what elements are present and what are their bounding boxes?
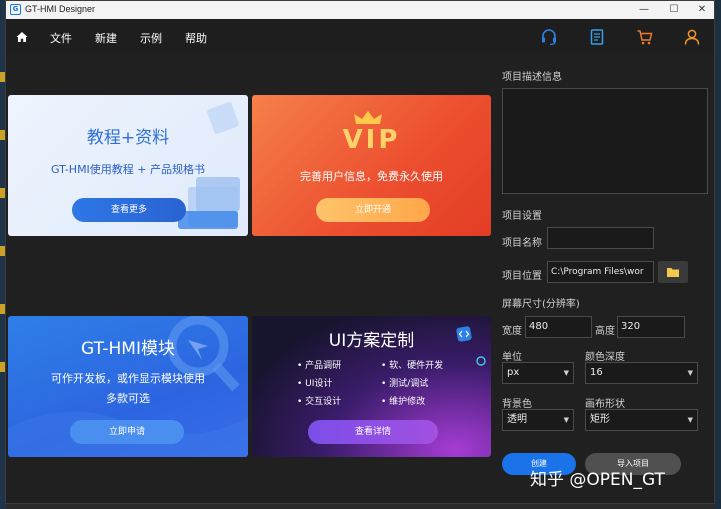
vip-card[interactable]: VIP 完善用户信息，免费永久使用 立即开通 — [252, 95, 491, 236]
title-bar: G GT-HMI Designer — ☐ ✕ — [6, 1, 714, 19]
project-settings-label: 项目设置 — [502, 211, 542, 222]
project-description-label: 项目描述信息 — [502, 72, 562, 83]
app-window: G GT-HMI Designer — ☐ ✕ 文件 新建 示例 帮助 教程+资… — [5, 0, 715, 504]
tutorial-card-title: 教程+资料 — [86, 128, 170, 148]
maximize-button[interactable]: ☐ — [660, 1, 688, 19]
apply-now-button[interactable]: 立即申请 — [70, 420, 184, 444]
color-depth-select[interactable]: 16 ▼ — [585, 362, 698, 384]
unit-select[interactable]: px ▼ — [502, 362, 574, 384]
custom-ui-card[interactable]: UI方案定制 • 产品调研 • 软、硬件开发 • UI设计 • 测试/调试 • … — [252, 316, 491, 457]
unit-select-value: px — [507, 367, 520, 378]
minimize-button[interactable]: — — [630, 1, 658, 19]
vip-logo: VIP — [342, 125, 401, 155]
menu-help[interactable]: 帮助 — [185, 30, 207, 46]
menu-bar: 文件 新建 示例 帮助 — [6, 19, 714, 55]
content-area: 教程+资料 GT-HMI使用教程 + 产品规格书 查看更多 VIP 完善用户信息… — [6, 55, 714, 503]
document-icon[interactable] — [588, 28, 606, 46]
bullet-item: • 产品调研 — [297, 361, 342, 371]
menu-examples[interactable]: 示例 — [140, 30, 162, 46]
menu-file[interactable]: 文件 — [50, 30, 72, 46]
project-location-input[interactable]: C:\Program Files\wor — [547, 261, 654, 283]
custom-ui-card-title: UI方案定制 — [328, 331, 415, 351]
color-depth-label: 颜色深度 — [585, 352, 625, 363]
module-card-subtitle: 可作开发板，或作显示模块使用 — [51, 372, 205, 385]
tutorial-card[interactable]: 教程+资料 GT-HMI使用教程 + 产品规格书 查看更多 — [8, 95, 248, 236]
canvas-shape-select[interactable]: 矩形 ▼ — [585, 409, 698, 431]
bullet-item: • 测试/调试 — [381, 379, 429, 389]
browse-folder-button[interactable] — [658, 261, 688, 283]
module-card[interactable]: GT-HMI模块 可作开发板，或作显示模块使用 多款可选 立即申请 — [8, 316, 248, 457]
chevron-down-icon: ▼ — [687, 416, 693, 424]
tutorial-card-subtitle: GT-HMI使用教程 + 产品规格书 — [50, 163, 206, 176]
screen: G GT-HMI Designer — ☐ ✕ 文件 新建 示例 帮助 教程+资… — [0, 0, 721, 509]
module-card-title: GT-HMI模块 — [81, 339, 175, 359]
crown-icon — [354, 111, 382, 124]
project-location-label: 项目位置 — [502, 271, 542, 282]
background-color-label: 背景色 — [502, 399, 532, 410]
width-label: 宽度 — [502, 326, 522, 337]
screen-size-label: 屏幕尺寸(分辨率) — [502, 299, 580, 310]
canvas-shape-label: 画布形状 — [585, 399, 625, 410]
bullet-item: • 软、硬件开发 — [381, 361, 444, 371]
decorative-ring — [476, 356, 486, 366]
headset-icon[interactable] — [540, 28, 558, 46]
vip-card-subtitle: 完善用户信息，免费永久使用 — [300, 170, 443, 183]
width-input[interactable]: 480 — [525, 316, 592, 338]
close-button[interactable]: ✕ — [688, 1, 716, 19]
chevron-down-icon: ▼ — [563, 416, 569, 424]
chevron-down-icon: ▼ — [687, 369, 693, 377]
project-description-input[interactable] — [502, 88, 708, 194]
menu-new[interactable]: 新建 — [95, 30, 117, 46]
background-color-select-value: 透明 — [507, 414, 527, 425]
activate-now-button[interactable]: 立即开通 — [316, 198, 430, 222]
folder-icon — [667, 268, 679, 277]
user-icon[interactable] — [683, 28, 701, 46]
bullet-item: • 交互设计 — [297, 397, 342, 407]
background-color-select[interactable]: 透明 ▼ — [502, 409, 574, 431]
unit-label: 单位 — [502, 352, 522, 363]
project-name-label: 项目名称 — [502, 238, 542, 249]
desktop-edge-right — [714, 0, 721, 509]
project-name-input[interactable] — [547, 227, 654, 249]
window-title: GT-HMI Designer — [25, 4, 96, 14]
height-input[interactable]: 320 — [617, 316, 685, 338]
color-depth-select-value: 16 — [590, 367, 603, 378]
chevron-down-icon: ▼ — [563, 369, 569, 377]
watermark: 知乎 @OPEN_GT — [530, 470, 665, 490]
view-more-button[interactable]: 查看更多 — [72, 198, 186, 222]
app-logo-icon: G — [10, 4, 21, 15]
cart-icon[interactable] — [636, 28, 654, 46]
canvas-shape-select-value: 矩形 — [590, 414, 610, 425]
height-label: 高度 — [595, 326, 615, 337]
bullet-item: • 维护修改 — [381, 397, 426, 407]
module-card-subtitle-2: 多款可选 — [106, 392, 150, 405]
home-icon[interactable] — [16, 31, 28, 43]
bullet-item: • UI设计 — [297, 379, 333, 389]
view-details-button[interactable]: 查看详情 — [308, 420, 438, 444]
